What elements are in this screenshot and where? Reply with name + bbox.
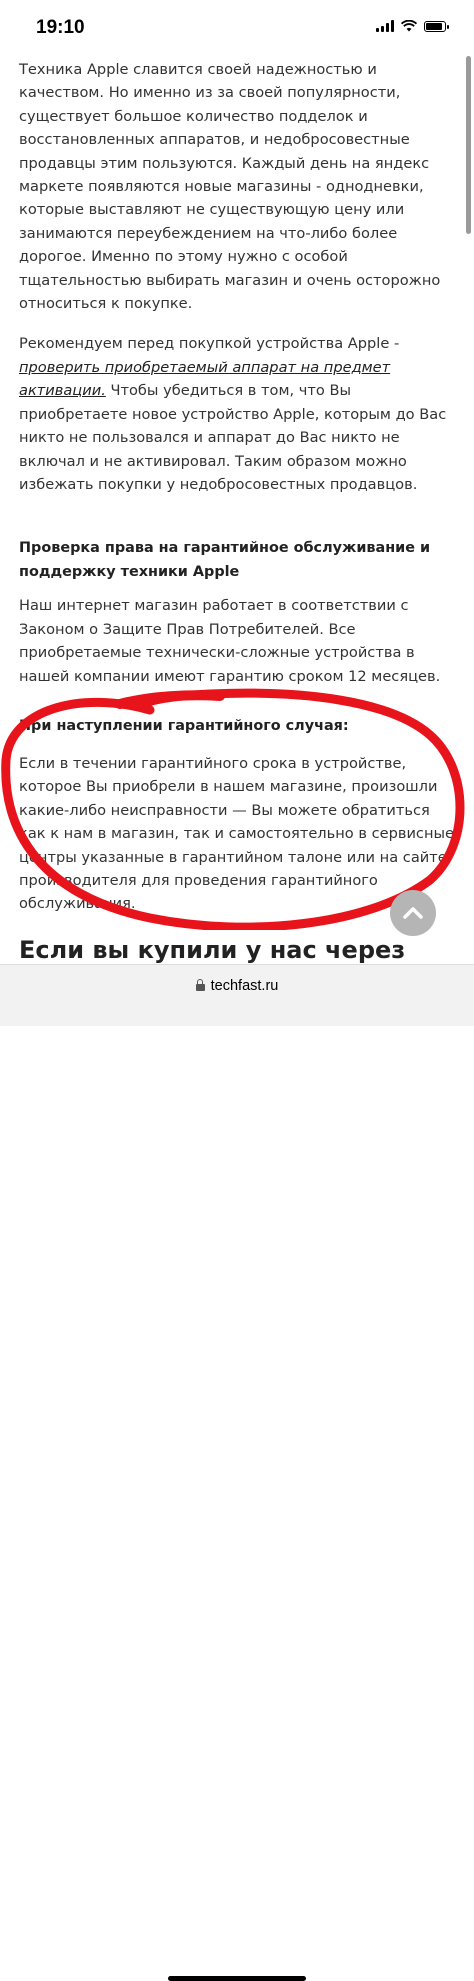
home-indicator[interactable] <box>168 1976 306 1981</box>
article-paragraph-law: Наш интернет магазин работает в соответс… <box>19 597 441 685</box>
article-paragraph-quality: Техника Apple славится своей надежностью… <box>19 61 441 313</box>
signal-icon <box>376 20 394 32</box>
status-icons <box>376 20 449 32</box>
article-content: Техника Apple славится своей надежностью… <box>19 58 457 916</box>
status-time: 19:10 <box>36 17 85 38</box>
battery-icon <box>424 20 449 32</box>
section-heading-purchase: Если вы купили у нас через <box>19 936 406 964</box>
scrollbar-thumb[interactable] <box>466 56 471 234</box>
chevron-up-icon <box>403 907 423 919</box>
article-paragraph-warranty-case: Если в течении гарантийного срока в устр… <box>19 754 454 913</box>
url-display[interactable]: techfast.ru <box>0 978 474 994</box>
warranty-case-heading: При наступлении гарантийного случая: <box>19 717 349 734</box>
warranty-case-block: При наступлении гарантийного случая: Есл… <box>19 714 457 916</box>
lock-icon <box>195 979 205 991</box>
address-bar[interactable]: techfast.ru <box>0 964 474 1981</box>
activation-text-before: Рекомендуем перед покупкой устройства Ap… <box>19 335 400 353</box>
url-domain: techfast.ru <box>210 978 279 994</box>
article-paragraph-activation: Рекомендуем перед покупкой устройства Ap… <box>19 332 457 496</box>
wifi-icon <box>401 20 417 32</box>
warranty-section-heading: Проверка права на гарантийное обслуживан… <box>19 540 431 581</box>
status-bar: 19:10 <box>0 0 474 56</box>
scroll-to-top-button[interactable] <box>390 890 436 936</box>
